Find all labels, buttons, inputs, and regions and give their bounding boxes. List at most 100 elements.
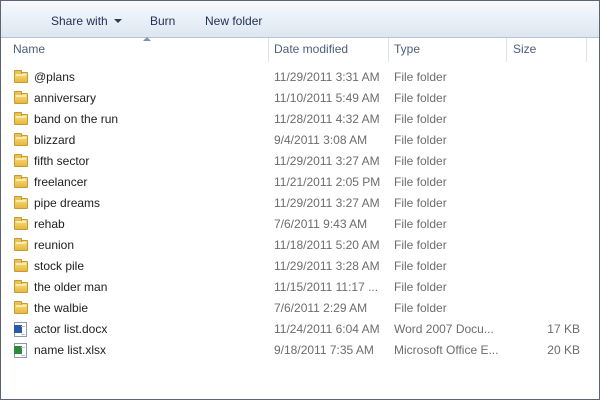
burn-label: Burn	[150, 14, 176, 28]
file-type: File folder	[394, 70, 447, 84]
file-size	[510, 172, 580, 193]
folder-icon	[14, 301, 28, 314]
column-resize-handle[interactable]	[586, 38, 587, 62]
column-resize-handle[interactable]	[506, 38, 507, 62]
file-name: band on the run	[34, 112, 119, 126]
file-row[interactable]: the walbie 7/6/2011 2:29 AM File folder	[0, 298, 600, 319]
file-row[interactable]: rehab 7/6/2011 9:43 AM File folder	[0, 214, 600, 235]
folder-icon	[14, 259, 28, 272]
file-icon-cell	[14, 277, 30, 298]
file-type: File folder	[394, 112, 447, 126]
folder-icon	[14, 175, 28, 188]
file-row[interactable]: actor list.docx 11/24/2011 6:04 AM Word 20…	[0, 319, 600, 340]
file-icon-cell	[14, 298, 30, 319]
file-row[interactable]: name list.xlsx 9/18/2011 7:35 AM Microsoft…	[0, 340, 600, 361]
file-size	[510, 67, 580, 88]
file-type: Word 2007 Docu...	[394, 322, 494, 336]
column-header-name-label: Name	[13, 42, 46, 56]
column-header-type-label: Type	[394, 42, 421, 56]
file-icon-cell	[14, 109, 30, 130]
file-icon-cell	[14, 88, 30, 109]
file-size	[510, 235, 580, 256]
file-size	[510, 130, 580, 151]
file-type: File folder	[394, 91, 447, 105]
file-size	[510, 109, 580, 130]
file-date-modified: 11/29/2011 3:28 AM	[274, 259, 380, 273]
file-name: @plans	[34, 70, 75, 84]
folder-icon	[14, 217, 28, 230]
folder-icon	[14, 280, 28, 293]
file-name: actor list.docx	[34, 322, 108, 336]
folder-icon	[14, 133, 28, 146]
file-row[interactable]: reunion 11/18/2011 5:20 AM File folder	[0, 235, 600, 256]
file-date-modified: 11/18/2011 5:20 AM	[274, 238, 380, 252]
file-name: name list.xlsx	[34, 343, 107, 357]
folder-icon	[14, 70, 28, 83]
column-header-name[interactable]: Name	[13, 37, 268, 61]
column-resize-handle[interactable]	[268, 38, 269, 62]
file-row[interactable]: fifth sector 11/29/2011 3:27 AM File folde…	[0, 151, 600, 172]
file-size: 17 KB	[547, 322, 580, 336]
file-name: reunion	[34, 238, 75, 252]
file-icon-cell	[14, 235, 30, 256]
column-header-date[interactable]: Date modified	[274, 38, 388, 61]
new-folder-label: New folder	[205, 14, 263, 28]
file-icon-cell	[14, 130, 30, 151]
file-name: stock pile	[34, 259, 85, 273]
excel-doc-icon	[14, 343, 27, 358]
file-date-modified: 11/21/2011 2:05 PM	[274, 175, 381, 189]
burn-button[interactable]: Burn	[150, 12, 175, 30]
file-row[interactable]: band on the run 11/28/2011 4:32 AM File fo…	[0, 109, 600, 130]
column-header-type[interactable]: Type	[394, 38, 506, 61]
file-name: the walbie	[34, 301, 89, 315]
file-icon-cell	[14, 340, 30, 361]
file-type: File folder	[394, 175, 447, 189]
file-icon-cell	[14, 256, 30, 277]
file-icon-cell	[14, 172, 30, 193]
file-name: freelancer	[34, 175, 88, 189]
file-row[interactable]: blizzard 9/4/2011 3:08 AM File folder	[0, 130, 600, 151]
file-name: fifth sector	[34, 154, 90, 168]
file-size	[510, 298, 580, 319]
file-row[interactable]: the older man 11/15/2011 11:17 ... File fo…	[0, 277, 600, 298]
file-row[interactable]: anniversary 11/10/2011 5:49 AM File folder	[0, 88, 600, 109]
file-date-modified: 11/28/2011 4:32 AM	[274, 112, 380, 126]
file-date-modified: 11/29/2011 3:31 AM	[274, 70, 380, 84]
file-date-modified: 9/18/2011 7:35 AM	[274, 343, 374, 357]
chevron-down-icon	[113, 18, 122, 23]
file-icon-cell	[14, 214, 30, 235]
file-icon-cell	[14, 319, 30, 340]
file-date-modified: 11/24/2011 6:04 AM	[274, 322, 380, 336]
file-date-modified: 11/29/2011 3:27 AM	[274, 154, 380, 168]
file-date-modified: 7/6/2011 9:43 AM	[274, 217, 368, 231]
file-size	[510, 214, 580, 235]
file-name: rehab	[34, 217, 65, 231]
file-size: 20 KB	[547, 343, 580, 357]
folder-icon	[14, 112, 28, 125]
file-type: File folder	[394, 280, 447, 294]
share-with-label: Share with	[51, 14, 108, 28]
file-date-modified: 11/29/2011 3:27 AM	[274, 196, 380, 210]
file-type: File folder	[394, 301, 447, 315]
toolbar-overflow[interactable]	[1, 1, 25, 37]
file-date-modified: 9/4/2011 3:08 AM	[274, 133, 368, 147]
file-row[interactable]: pipe dreams 11/29/2011 3:27 AM File folder	[0, 193, 600, 214]
file-type: Microsoft Office E...	[394, 343, 499, 357]
command-bar: Share with Burn New folder	[1, 1, 599, 38]
file-row[interactable]: stock pile 11/29/2011 3:28 AM File folder	[0, 256, 600, 277]
column-header-size-label: Size	[513, 42, 537, 56]
file-row[interactable]: freelancer 11/21/2011 2:05 PM File folder	[0, 172, 600, 193]
folder-icon	[14, 196, 28, 209]
file-size	[510, 193, 580, 214]
file-size	[510, 151, 580, 172]
new-folder-button[interactable]: New folder	[205, 12, 262, 30]
file-icon-cell	[14, 151, 30, 172]
column-header-row: Name Date modified Type Size	[1, 37, 599, 62]
file-name: pipe dreams	[34, 196, 101, 210]
share-with-button[interactable]: Share with	[51, 12, 122, 30]
file-size	[510, 88, 580, 109]
file-row[interactable]: @plans 11/29/2011 3:31 AM File folder	[0, 67, 600, 88]
column-resize-handle[interactable]	[388, 38, 389, 62]
word-doc-icon	[14, 322, 27, 337]
column-header-size[interactable]: Size	[513, 38, 585, 61]
